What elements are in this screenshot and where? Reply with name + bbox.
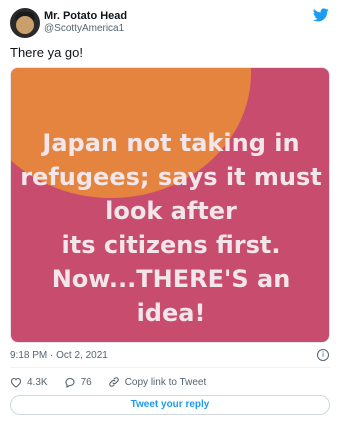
caption-line: Japan not taking in bbox=[42, 129, 300, 157]
info-icon[interactable]: i bbox=[317, 349, 329, 361]
author-handle[interactable]: @ScottyAmerica1 bbox=[44, 23, 124, 34]
reply-count: 76 bbox=[80, 376, 92, 388]
tweet-image[interactable]: Japan not taking in refugees; says it mu… bbox=[10, 67, 330, 343]
author-name[interactable]: Mr. Potato Head bbox=[44, 10, 127, 22]
divider bbox=[10, 367, 330, 368]
tweet-reply-button[interactable]: Tweet your reply bbox=[10, 395, 330, 415]
caption-line: idea! bbox=[136, 299, 206, 327]
copy-link-button[interactable]: Copy link to Tweet bbox=[108, 376, 207, 388]
caption-line: look after bbox=[105, 197, 237, 225]
comment-icon bbox=[65, 377, 75, 388]
like-button[interactable]: 4.3K bbox=[10, 377, 48, 388]
caption-line: Now...THERE'S an bbox=[51, 265, 291, 293]
like-count: 4.3K bbox=[27, 376, 48, 388]
twitter-bird-icon[interactable] bbox=[313, 8, 329, 22]
link-icon bbox=[108, 377, 119, 387]
reply-action[interactable]: 76 bbox=[64, 377, 92, 388]
heart-icon bbox=[10, 377, 22, 388]
action-bar: 4.3K 76 Copy link to Tweet bbox=[10, 375, 222, 389]
caption-line: its citizens first. bbox=[61, 231, 281, 259]
tweet-text: There ya go! bbox=[10, 45, 83, 60]
image-caption: Japan not taking in refugees; says it mu… bbox=[11, 126, 329, 330]
copy-link-label: Copy link to Tweet bbox=[124, 376, 207, 388]
tweet-card: Mr. Potato Head @ScottyAmerica1 There ya… bbox=[0, 0, 340, 424]
tweet-timestamp[interactable]: 9:18 PM · Oct 2, 2021 bbox=[10, 350, 108, 361]
caption-line: refugees; says it must bbox=[20, 163, 322, 191]
avatar-face bbox=[16, 16, 34, 34]
avatar[interactable] bbox=[10, 8, 40, 38]
